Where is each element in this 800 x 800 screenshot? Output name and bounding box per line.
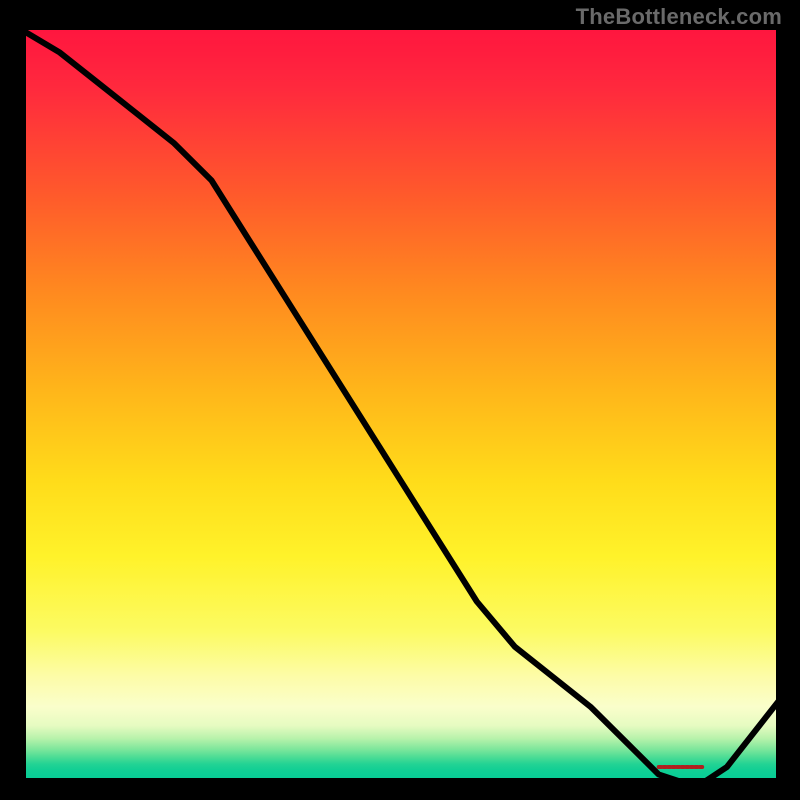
watermark-text: TheBottleneck.com xyxy=(576,4,782,30)
plot-area xyxy=(22,30,780,782)
bottleneck-curve xyxy=(22,30,780,782)
chart-stage: TheBottleneck.com xyxy=(0,0,800,800)
series-layer xyxy=(22,30,780,782)
